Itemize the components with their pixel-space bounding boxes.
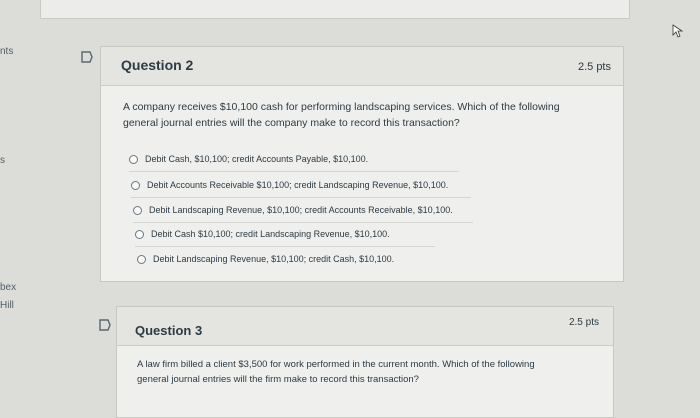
question-2-prompt-line: general journal entries will the company… xyxy=(123,117,460,129)
radio-button[interactable] xyxy=(129,154,138,164)
answer-option-1[interactable]: Debit Cash, $10,100; credit Accounts Pay… xyxy=(129,150,368,168)
question-3-points: 2.5 pts xyxy=(568,317,599,328)
answer-option-2[interactable]: Debit Accounts Receivable $10,100; credi… xyxy=(131,176,448,194)
answer-option-3[interactable]: Debit Landscaping Revenue, $10,100; cred… xyxy=(133,201,453,219)
answer-label: Debit Cash $10,100; credit Landscaping R… xyxy=(151,229,390,239)
answer-label: Debit Cash, $10,100; credit Accounts Pay… xyxy=(145,154,369,164)
answer-option-5[interactable]: Debit Landscaping Revenue, $10,100; cred… xyxy=(137,250,394,268)
question-2-points: 2.5 pts xyxy=(577,61,611,73)
answer-divider xyxy=(129,171,459,172)
sidebar-label[interactable]: bex xyxy=(0,282,16,293)
flag-question-icon[interactable] xyxy=(98,318,112,332)
sidebar-label[interactable]: Hill xyxy=(0,300,14,311)
question-2-title: Question 2 xyxy=(121,57,194,73)
question-2-card: Question 2 2.5 pts A company receives $1… xyxy=(100,46,624,282)
answer-divider xyxy=(133,222,473,223)
answer-divider xyxy=(131,197,471,198)
question-3-title: Question 3 xyxy=(135,323,203,338)
question-3-prompt-line: general journal entries will the firm ma… xyxy=(137,374,419,385)
sidebar-label[interactable]: s xyxy=(0,155,5,166)
radio-button[interactable] xyxy=(131,180,140,190)
answer-label: Debit Landscaping Revenue, $10,100; cred… xyxy=(149,205,453,215)
answer-label: Debit Landscaping Revenue, $10,100; cred… xyxy=(153,254,395,264)
answer-option-4[interactable]: Debit Cash $10,100; credit Landscaping R… xyxy=(135,225,390,243)
question-3-prompt: A law firm billed a client $3,500 for wo… xyxy=(137,357,607,387)
previous-question-card-edge xyxy=(40,0,630,19)
question-2-prompt: A company receives $10,100 cash for perf… xyxy=(123,99,613,131)
question-3-header: Question 3 2.5 pts xyxy=(117,307,613,346)
question-3-card: Question 3 2.5 pts A law firm billed a c… xyxy=(116,306,614,418)
answer-divider xyxy=(135,246,435,247)
radio-button[interactable] xyxy=(133,205,142,215)
radio-button[interactable] xyxy=(135,229,144,239)
question-3-prompt-line: A law firm billed a client $3,500 for wo… xyxy=(137,359,535,370)
question-2-header: Question 2 2.5 pts xyxy=(101,47,623,86)
answer-label: Debit Accounts Receivable $10,100; credi… xyxy=(147,180,449,190)
radio-button[interactable] xyxy=(137,254,146,264)
sidebar-label[interactable]: nts xyxy=(0,46,13,57)
question-2-prompt-line: A company receives $10,100 cash for perf… xyxy=(123,101,560,113)
cursor-icon xyxy=(672,24,684,38)
flag-question-icon[interactable] xyxy=(80,50,94,64)
